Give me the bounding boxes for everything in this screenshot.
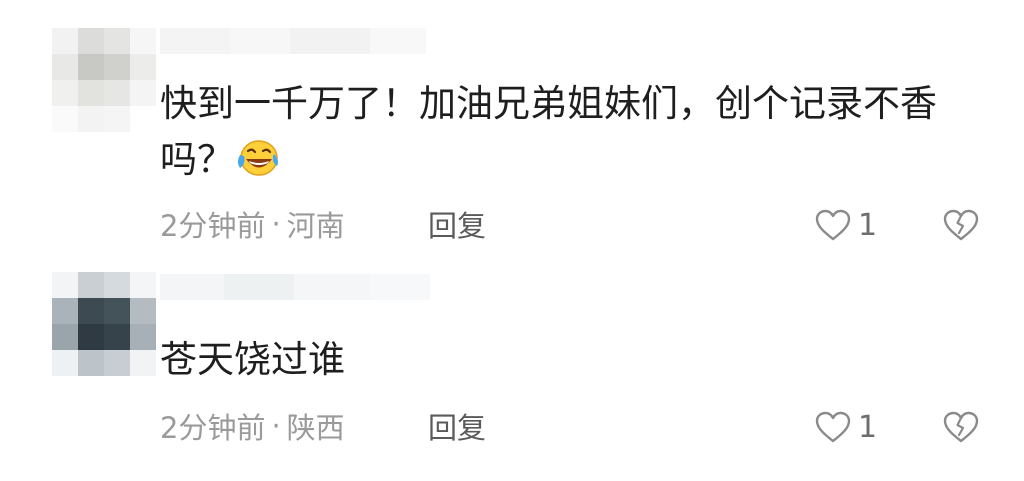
avatar[interactable]: [52, 28, 156, 132]
comment-text: 苍天饶过谁: [160, 332, 980, 388]
like-count: 1: [858, 207, 878, 243]
meta-separator: ·: [271, 207, 281, 241]
meta-separator: ·: [271, 409, 281, 443]
comment-meta: 2分钟前 · 陕西: [160, 406, 345, 446]
laughing-with-tears-emoji: [234, 138, 280, 178]
comment-meta: 2分钟前 · 河南: [160, 204, 345, 244]
like-button[interactable]: 1: [814, 407, 877, 447]
like-button[interactable]: 1: [814, 205, 877, 245]
broken-heart-icon: [942, 410, 980, 444]
comment-location: 河南: [286, 209, 345, 243]
broken-heart-icon: [942, 208, 980, 242]
comment-text: 快到一千万了！加油兄弟姐妹们，创个记录不香吗？: [160, 76, 980, 188]
comment-time: 2分钟前: [160, 411, 266, 445]
comment-item: 快到一千万了！加油兄弟姐妹们，创个记录不香吗？ 2分钟前 · 河南 回复 1: [0, 0, 1024, 260]
comment-time: 2分钟前: [160, 209, 266, 243]
heart-outline-icon: [814, 208, 852, 242]
comment-location: 陕西: [286, 411, 345, 445]
username[interactable]: [160, 28, 426, 54]
dislike-button[interactable]: [942, 205, 980, 245]
comment-item: 苍天饶过谁 2分钟前 · 陕西 回复 1: [0, 262, 1024, 481]
username[interactable]: [160, 274, 430, 300]
reply-button[interactable]: 回复: [428, 204, 486, 244]
like-count: 1: [858, 409, 878, 445]
avatar[interactable]: [52, 272, 156, 376]
reply-button[interactable]: 回复: [428, 406, 486, 446]
dislike-button[interactable]: [942, 407, 980, 447]
comment-text-content: 苍天饶过谁: [160, 338, 345, 381]
heart-outline-icon: [814, 410, 852, 444]
